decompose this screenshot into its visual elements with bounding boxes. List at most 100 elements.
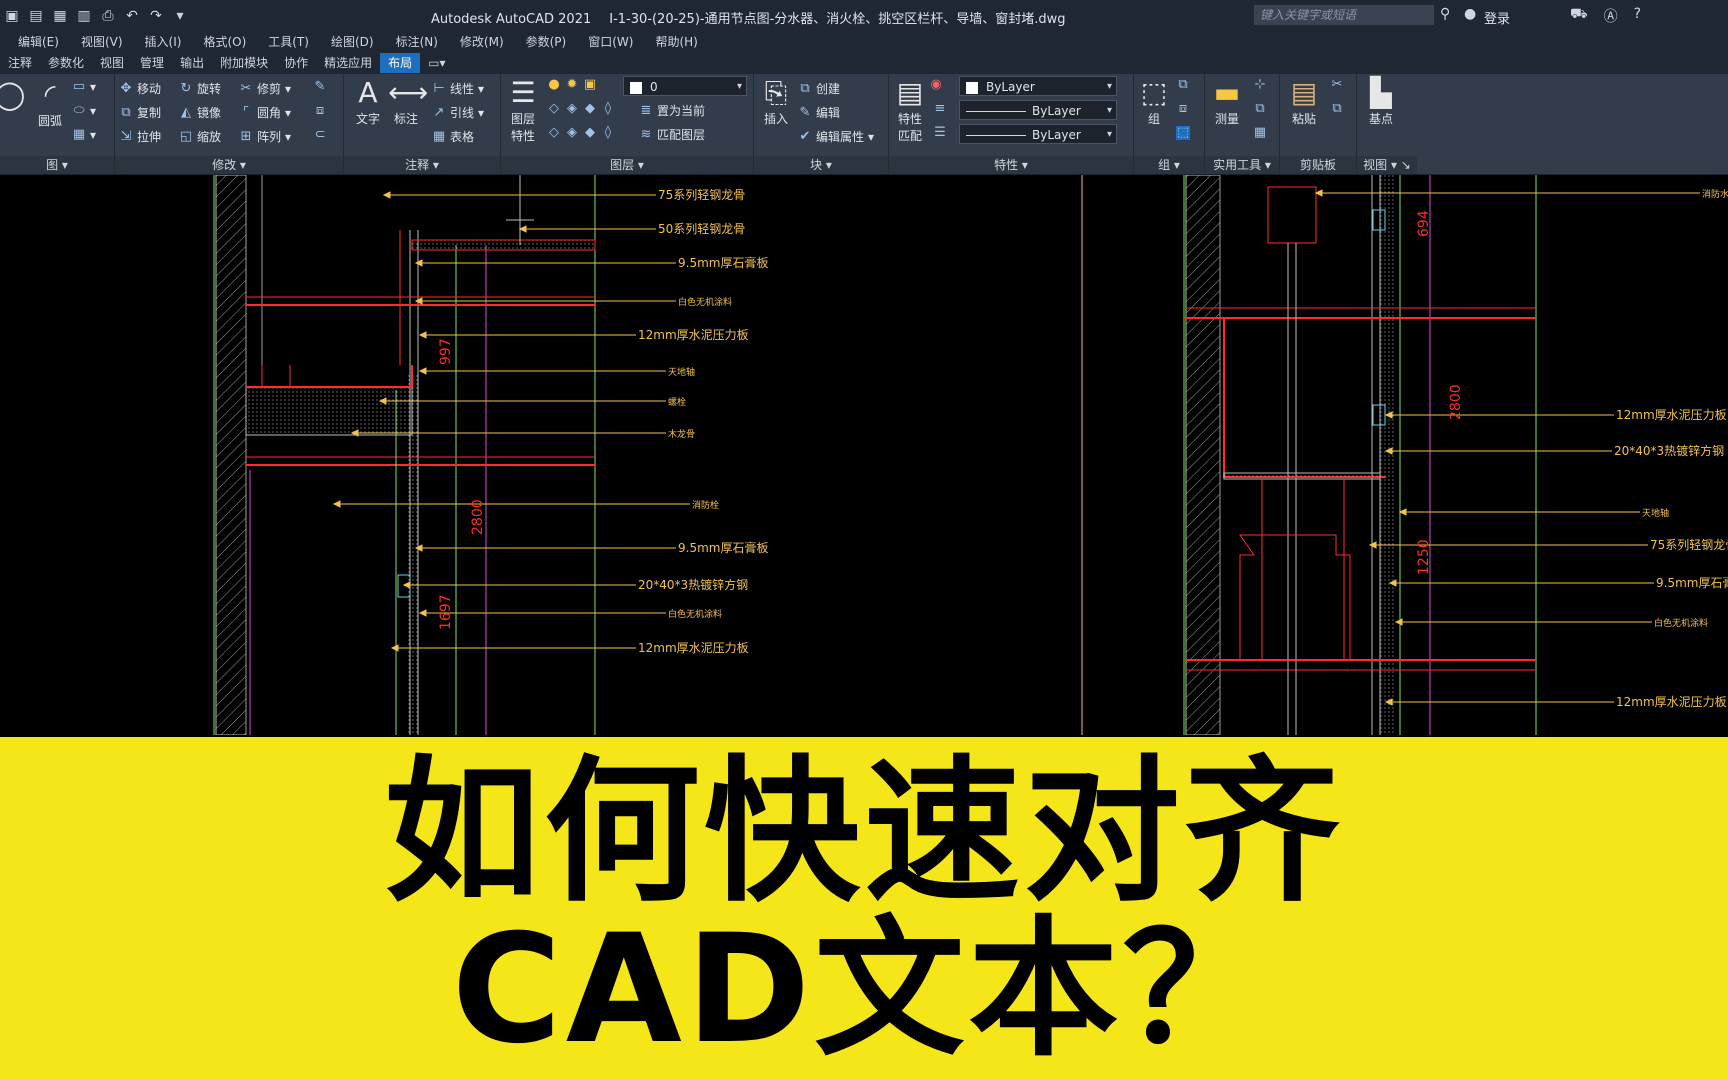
tab-featured-apps[interactable]: 精选应用 bbox=[316, 53, 380, 73]
tab-addins[interactable]: 附加模块 bbox=[212, 53, 276, 73]
quick-select-button[interactable]: ⧉ bbox=[1253, 102, 1267, 116]
menu-draw[interactable]: 绘图(D) bbox=[321, 32, 386, 52]
layer-properties-button[interactable]: ☰ 图层 特性 bbox=[503, 76, 543, 144]
set-current-button[interactable]: ≣ 置为当前 bbox=[639, 102, 705, 119]
layer-dropdown[interactable]: 0 ▾ bbox=[623, 76, 747, 96]
menu-help[interactable]: 帮助(H) bbox=[645, 32, 709, 52]
copy-clip-button[interactable]: ⧉ bbox=[1330, 102, 1344, 116]
explode-button[interactable]: ⧈ bbox=[313, 104, 327, 118]
array-button[interactable]: ⊞ 阵列 ▾ bbox=[239, 128, 292, 145]
tab-manage[interactable]: 管理 bbox=[132, 53, 172, 73]
fillet-button[interactable]: ⌜ 圆角 ▾ bbox=[239, 104, 291, 121]
tab-layout[interactable]: 布局 bbox=[380, 53, 421, 73]
drawing-canvas[interactable]: 75系列轻钢龙骨 50系列轻钢龙骨 9.5mm厚石膏板 白色无机涂料 12mm厚水泥压力… bbox=[0, 175, 1728, 735]
ellipse-button[interactable]: ⬭ ▾ bbox=[72, 104, 96, 119]
dimension-button[interactable]: ⟷ 标注 bbox=[388, 76, 428, 127]
cart-icon[interactable]: ⛟ bbox=[1570, 6, 1588, 26]
tab-parametric[interactable]: 参数化 bbox=[40, 53, 92, 73]
autodesk-a360-icon[interactable]: Ⓐ bbox=[1604, 6, 1618, 26]
panel-utilities-title[interactable]: 实用工具 ▾ bbox=[1205, 156, 1279, 174]
edit-block-button[interactable]: ✎ 编辑 bbox=[798, 104, 840, 121]
rotate-button[interactable]: ↻ 旋转 bbox=[179, 80, 221, 97]
copy-button[interactable]: ⧉ 复制 bbox=[119, 104, 161, 121]
print-icon[interactable]: ⎙ bbox=[100, 8, 116, 24]
move-button[interactable]: ✥ 移动 bbox=[119, 80, 161, 97]
tab-output[interactable]: 输出 bbox=[172, 53, 212, 73]
redo-icon[interactable]: ↷ bbox=[148, 8, 164, 24]
login-button[interactable]: 登录 bbox=[1484, 8, 1510, 27]
base-point-button[interactable]: ▙ 基点 bbox=[1361, 76, 1401, 127]
lineweight-dropdown[interactable]: ByLayer ▾ bbox=[959, 100, 1117, 120]
menu-edit[interactable]: 编辑(E) bbox=[0, 32, 71, 52]
text-button[interactable]: A 文字 bbox=[350, 76, 386, 127]
open-icon[interactable]: ▦ bbox=[52, 8, 68, 24]
panel-groups-title[interactable]: 组 ▾ bbox=[1134, 156, 1204, 174]
group-edit-button[interactable]: ⧈ bbox=[1176, 102, 1190, 116]
panel-draw-title[interactable]: 图 ▾ bbox=[0, 156, 114, 174]
menu-parametric[interactable]: 参数(P) bbox=[516, 32, 579, 52]
edit-label: 编辑 bbox=[816, 106, 841, 120]
create-block-button[interactable]: ⧉ 创建 bbox=[798, 80, 840, 97]
linetype-dropdown[interactable]: ByLayer ▾ bbox=[959, 124, 1117, 144]
match-properties-button[interactable]: ▤ 特性 匹配 bbox=[893, 76, 927, 144]
cut-button[interactable]: ✂ bbox=[1330, 78, 1344, 92]
help-icon[interactable]: ? bbox=[1634, 6, 1641, 26]
menu-window[interactable]: 窗口(W) bbox=[578, 32, 645, 52]
menu-view[interactable]: 视图(V) bbox=[71, 32, 135, 52]
mirror-label: 镜像 bbox=[197, 106, 222, 120]
menu-insert[interactable]: 插入(I) bbox=[135, 32, 194, 52]
tab-annotate[interactable]: 注释 bbox=[0, 53, 40, 73]
measure-button[interactable]: ▬ 测量 bbox=[1207, 76, 1247, 127]
layer-tools-row-1[interactable]: ◇ ◈ ◆ ◊ bbox=[547, 102, 615, 116]
menu-format[interactable]: 格式(O) bbox=[193, 32, 258, 52]
undo-icon[interactable]: ↶ bbox=[124, 8, 140, 24]
save-icon[interactable]: ▣ bbox=[4, 8, 20, 24]
group-button[interactable]: ⬚ 组 bbox=[1136, 76, 1172, 127]
mirror-button[interactable]: ◭ 镜像 bbox=[179, 104, 221, 121]
circle-button[interactable]: ◯ bbox=[0, 78, 25, 112]
edit-attributes-button[interactable]: ✔ 编辑属性 ▾ bbox=[798, 128, 875, 145]
stretch-button[interactable]: ⇲ 拉伸 bbox=[119, 128, 161, 145]
insert-block-button[interactable]: ⎘ 插入 bbox=[756, 76, 796, 127]
paste-button[interactable]: ▤ 粘贴 bbox=[1284, 76, 1324, 127]
customize-qat-icon[interactable]: ▾ bbox=[172, 8, 188, 24]
trim-button[interactable]: ✂ 修剪 ▾ bbox=[239, 80, 292, 97]
panel-annotation-title[interactable]: 注释 ▾ bbox=[344, 156, 500, 174]
arc-button[interactable]: ◜ 圆弧 bbox=[30, 78, 70, 129]
search-icon[interactable]: ⚲ bbox=[1440, 6, 1450, 22]
menu-dimension[interactable]: 标注(N) bbox=[386, 32, 450, 52]
tab-more-icon[interactable]: ▭▾ bbox=[420, 53, 453, 73]
panel-properties-title[interactable]: 特性 ▾ bbox=[889, 156, 1133, 174]
tab-view[interactable]: 视图 bbox=[92, 53, 132, 73]
layer-state-icons[interactable]: ● ✹ ▣ bbox=[547, 78, 597, 92]
leader-button[interactable]: ↗ 引线 ▾ bbox=[432, 104, 485, 121]
panel-layers-title[interactable]: 图层 ▾ bbox=[501, 156, 753, 174]
search-input[interactable]: 键入关键字或短语 bbox=[1254, 5, 1434, 25]
hatch-button[interactable]: ▦ ▾ bbox=[72, 128, 96, 143]
linear-button[interactable]: ⊢ 线性 ▾ bbox=[432, 80, 484, 97]
calculator-button[interactable]: ▦ bbox=[1253, 126, 1267, 140]
save-as-icon[interactable]: ▤ bbox=[28, 8, 44, 24]
offset-button[interactable]: ⊂ bbox=[313, 128, 327, 142]
group-select-button[interactable]: ⬚ bbox=[1176, 126, 1190, 140]
color-dropdown[interactable]: ByLayer ▾ bbox=[959, 76, 1117, 96]
left-leader-label-11: 白色无机涂料 bbox=[668, 608, 722, 620]
menu-modify[interactable]: 修改(M) bbox=[450, 32, 516, 52]
user-icon[interactable]: ● bbox=[1464, 6, 1476, 22]
export-icon[interactable]: ▥ bbox=[76, 8, 92, 24]
tab-collaborate[interactable]: 协作 bbox=[276, 53, 316, 73]
ungroup-button[interactable]: ⧉ bbox=[1176, 78, 1190, 92]
panel-block-title[interactable]: 块 ▾ bbox=[754, 156, 888, 174]
match-layer-button[interactable]: ≋ 匹配图层 bbox=[639, 126, 705, 143]
cad-drawing[interactable]: 75系列轻钢龙骨50系列轻钢龙骨9.5mm厚石膏板白色无机涂料12mm厚水泥压力… bbox=[0, 175, 1728, 735]
id-point-button[interactable]: ⊹ bbox=[1253, 78, 1267, 92]
erase-button[interactable]: ✎ bbox=[313, 80, 327, 94]
layer-tools-row-2[interactable]: ◇ ◈ ◆ ◊ bbox=[547, 126, 615, 140]
menu-tools[interactable]: 工具(T) bbox=[258, 32, 321, 52]
table-button[interactable]: ▦ 表格 bbox=[432, 128, 474, 145]
panel-view-title[interactable]: 视图 ▾ ↘ bbox=[1357, 156, 1417, 174]
rectangle-button[interactable]: ▭ ▾ bbox=[72, 80, 96, 95]
color-wheel-icon[interactable]: ◉ bbox=[929, 78, 943, 92]
scale-button[interactable]: ◱ 缩放 bbox=[179, 128, 221, 145]
panel-modify-title[interactable]: 修改 ▾ bbox=[115, 156, 343, 174]
